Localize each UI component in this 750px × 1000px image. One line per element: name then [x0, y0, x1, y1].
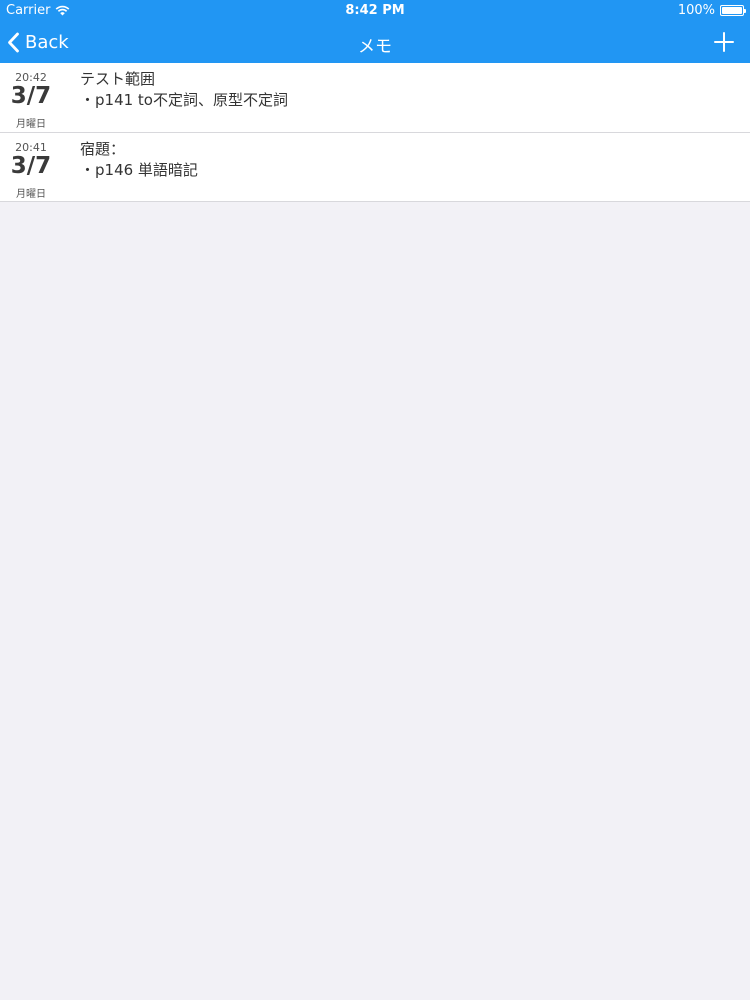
memo-line-2: ・p146 単語暗記 — [80, 161, 198, 179]
memo-day: 3/7 — [10, 83, 52, 109]
memo-weekday: 月曜日 — [16, 119, 46, 130]
add-memo-button[interactable] — [712, 30, 736, 54]
plus-icon — [714, 32, 734, 52]
battery-icon — [720, 5, 746, 16]
memo-content: 宿題： ・p146 単語暗記 — [80, 139, 740, 181]
memo-weekday: 月曜日 — [16, 189, 46, 200]
top-bar: Carrier 8:42 PM 100% Back メモ — [0, 0, 750, 63]
memo-line-2: ・p141 to不定詞、原型不定詞 — [80, 91, 288, 109]
navigation-bar: Back メモ — [0, 22, 750, 63]
battery-percent: 100% — [677, 3, 715, 18]
memo-line-1: テスト範囲 — [80, 70, 156, 88]
memo-date: 20:41 3/7 月曜日 — [0, 133, 62, 202]
memo-day: 3/7 — [10, 153, 52, 179]
status-time: 8:42 PM — [345, 3, 405, 18]
memo-content: テスト範囲 ・p141 to不定詞、原型不定詞 — [80, 69, 740, 111]
memo-list: 20:42 3/7 月曜日 テスト範囲 ・p141 to不定詞、原型不定詞 20… — [0, 63, 750, 202]
status-bar: Carrier 8:42 PM 100% — [0, 0, 750, 22]
memo-line-1: 宿題： — [80, 140, 126, 158]
page-title: メモ — [358, 37, 392, 57]
memo-row[interactable]: 20:42 3/7 月曜日 テスト範囲 ・p141 to不定詞、原型不定詞 — [0, 63, 750, 132]
battery-indicator: 100% — [677, 3, 746, 18]
memo-row[interactable]: 20:41 3/7 月曜日 宿題： ・p146 単語暗記 — [0, 132, 750, 201]
memo-date: 20:42 3/7 月曜日 — [0, 63, 62, 132]
